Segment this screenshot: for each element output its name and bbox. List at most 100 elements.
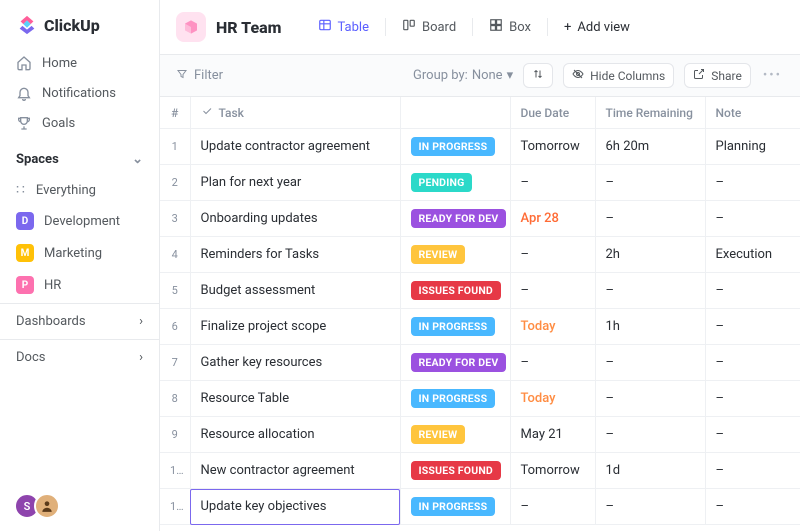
space-hr[interactable]: P HR: [0, 269, 159, 301]
status-cell[interactable]: ISSUES FOUND: [400, 273, 510, 309]
status-cell[interactable]: ISSUES FOUND: [400, 453, 510, 489]
add-view-button[interactable]: + Add view: [556, 16, 638, 39]
table-row[interactable]: 5Budget assessmentISSUES FOUND–––: [160, 273, 800, 309]
time-remaining-cell[interactable]: 2h: [595, 237, 705, 273]
due-date-cell[interactable]: Apr 28: [510, 201, 595, 237]
time-remaining-cell[interactable]: –: [595, 273, 705, 309]
table-row[interactable]: 3Onboarding updatesREADY FOR DEVApr 28––: [160, 201, 800, 237]
note-cell[interactable]: –: [705, 165, 800, 201]
nav-goals[interactable]: Goals: [0, 108, 159, 138]
more-options-button[interactable]: •••: [761, 68, 784, 83]
table-row[interactable]: 8Resource TableIN PROGRESSToday––: [160, 381, 800, 417]
space-marketing[interactable]: M Marketing: [0, 237, 159, 269]
task-name-cell[interactable]: Resource Table: [190, 381, 400, 417]
due-date-cell[interactable]: May 21: [510, 417, 595, 453]
time-remaining-cell[interactable]: –: [595, 381, 705, 417]
note-cell[interactable]: –: [705, 489, 800, 525]
time-remaining-cell[interactable]: –: [595, 417, 705, 453]
status-cell[interactable]: READY FOR DEV: [400, 201, 510, 237]
home-icon: [16, 55, 32, 71]
spaces-header[interactable]: Spaces ⌄: [0, 140, 159, 173]
due-date-cell[interactable]: Tomorrow: [510, 453, 595, 489]
status-cell[interactable]: REVIEW: [400, 237, 510, 273]
user-avatars[interactable]: S: [0, 481, 159, 531]
status-cell[interactable]: IN PROGRESS: [400, 129, 510, 165]
sidebar-spacer: [0, 375, 159, 481]
table-row[interactable]: 9Resource allocationREVIEWMay 21––: [160, 417, 800, 453]
note-cell[interactable]: –: [705, 309, 800, 345]
column-status[interactable]: [400, 97, 510, 129]
sidebar: ClickUp Home Notifications Goals Spaces …: [0, 0, 160, 531]
time-remaining-cell[interactable]: 6h 20m: [595, 129, 705, 165]
separator: [472, 18, 473, 36]
column-note[interactable]: Note: [705, 97, 800, 129]
space-development[interactable]: D Development: [0, 205, 159, 237]
time-remaining-cell[interactable]: –: [595, 201, 705, 237]
table-row[interactable]: 10New contractor agreementISSUES FOUNDTo…: [160, 453, 800, 489]
task-name-cell[interactable]: Gather key resources: [190, 345, 400, 381]
view-tab-box[interactable]: Box: [481, 14, 539, 40]
note-cell[interactable]: –: [705, 201, 800, 237]
due-date-cell[interactable]: –: [510, 489, 595, 525]
task-name-cell[interactable]: Reminders for Tasks: [190, 237, 400, 273]
time-remaining-cell[interactable]: –: [595, 345, 705, 381]
group-by-dropdown[interactable]: Group by: None ▾: [413, 68, 513, 83]
note-cell[interactable]: Execution: [705, 237, 800, 273]
due-date-cell[interactable]: Tomorrow: [510, 129, 595, 165]
task-name-cell[interactable]: Resource allocation: [190, 417, 400, 453]
task-name-cell[interactable]: Onboarding updates: [190, 201, 400, 237]
note-cell[interactable]: –: [705, 381, 800, 417]
note-cell[interactable]: –: [705, 453, 800, 489]
status-cell[interactable]: READY FOR DEV: [400, 345, 510, 381]
time-remaining-cell[interactable]: 1h: [595, 309, 705, 345]
task-name-cell[interactable]: Finalize project scope: [190, 309, 400, 345]
due-date-cell[interactable]: Today: [510, 309, 595, 345]
table-container[interactable]: # Task Due Date Time Remaining Note: [160, 97, 800, 531]
column-task[interactable]: Task: [190, 97, 400, 129]
table-row[interactable]: 2Plan for next yearPENDING–––: [160, 165, 800, 201]
view-tab-board[interactable]: Board: [394, 14, 464, 40]
time-remaining-cell[interactable]: –: [595, 165, 705, 201]
status-cell[interactable]: PENDING: [400, 165, 510, 201]
time-remaining-cell[interactable]: 1d: [595, 453, 705, 489]
space-label: Development: [44, 214, 120, 229]
status-cell[interactable]: REVIEW: [400, 417, 510, 453]
table-row[interactable]: 7Gather key resourcesREADY FOR DEV–––: [160, 345, 800, 381]
task-name-cell[interactable]: Plan for next year: [190, 165, 400, 201]
hide-columns-button[interactable]: Hide Columns: [563, 63, 674, 88]
share-button[interactable]: Share: [684, 63, 751, 88]
avatar[interactable]: [34, 493, 60, 519]
task-name-cell[interactable]: Update contractor agreement: [190, 129, 400, 165]
table-row[interactable]: 11Update key objectivesIN PROGRESS–––: [160, 489, 800, 525]
view-tab-table[interactable]: Table: [310, 14, 377, 40]
space-everything[interactable]: ∷ Everything: [0, 175, 159, 205]
note-cell[interactable]: –: [705, 345, 800, 381]
column-due[interactable]: Due Date: [510, 97, 595, 129]
due-date-cell[interactable]: –: [510, 165, 595, 201]
note-cell[interactable]: Planning: [705, 129, 800, 165]
filter-button[interactable]: Filter: [176, 68, 223, 84]
table-row[interactable]: 4Reminders for TasksREVIEW–2hExecution: [160, 237, 800, 273]
due-date-cell[interactable]: –: [510, 273, 595, 309]
section-dashboards[interactable]: Dashboards ›: [0, 303, 159, 339]
task-name-cell[interactable]: New contractor agreement: [190, 453, 400, 489]
status-cell[interactable]: IN PROGRESS: [400, 381, 510, 417]
status-cell[interactable]: IN PROGRESS: [400, 309, 510, 345]
task-name-cell[interactable]: Budget assessment: [190, 273, 400, 309]
column-time[interactable]: Time Remaining: [595, 97, 705, 129]
due-date-cell[interactable]: Today: [510, 381, 595, 417]
due-date-cell[interactable]: –: [510, 237, 595, 273]
table-row[interactable]: 6Finalize project scopeIN PROGRESSToday1…: [160, 309, 800, 345]
time-remaining-cell[interactable]: –: [595, 489, 705, 525]
status-cell[interactable]: IN PROGRESS: [400, 489, 510, 525]
nav-home[interactable]: Home: [0, 48, 159, 78]
section-docs[interactable]: Docs ›: [0, 339, 159, 375]
task-name-cell[interactable]: Update key objectives: [190, 489, 400, 525]
column-index[interactable]: #: [160, 97, 190, 129]
table-row[interactable]: 1Update contractor agreementIN PROGRESST…: [160, 129, 800, 165]
due-date-cell[interactable]: –: [510, 345, 595, 381]
sort-button[interactable]: [523, 63, 553, 88]
note-cell[interactable]: –: [705, 417, 800, 453]
note-cell[interactable]: –: [705, 273, 800, 309]
nav-notifications[interactable]: Notifications: [0, 78, 159, 108]
